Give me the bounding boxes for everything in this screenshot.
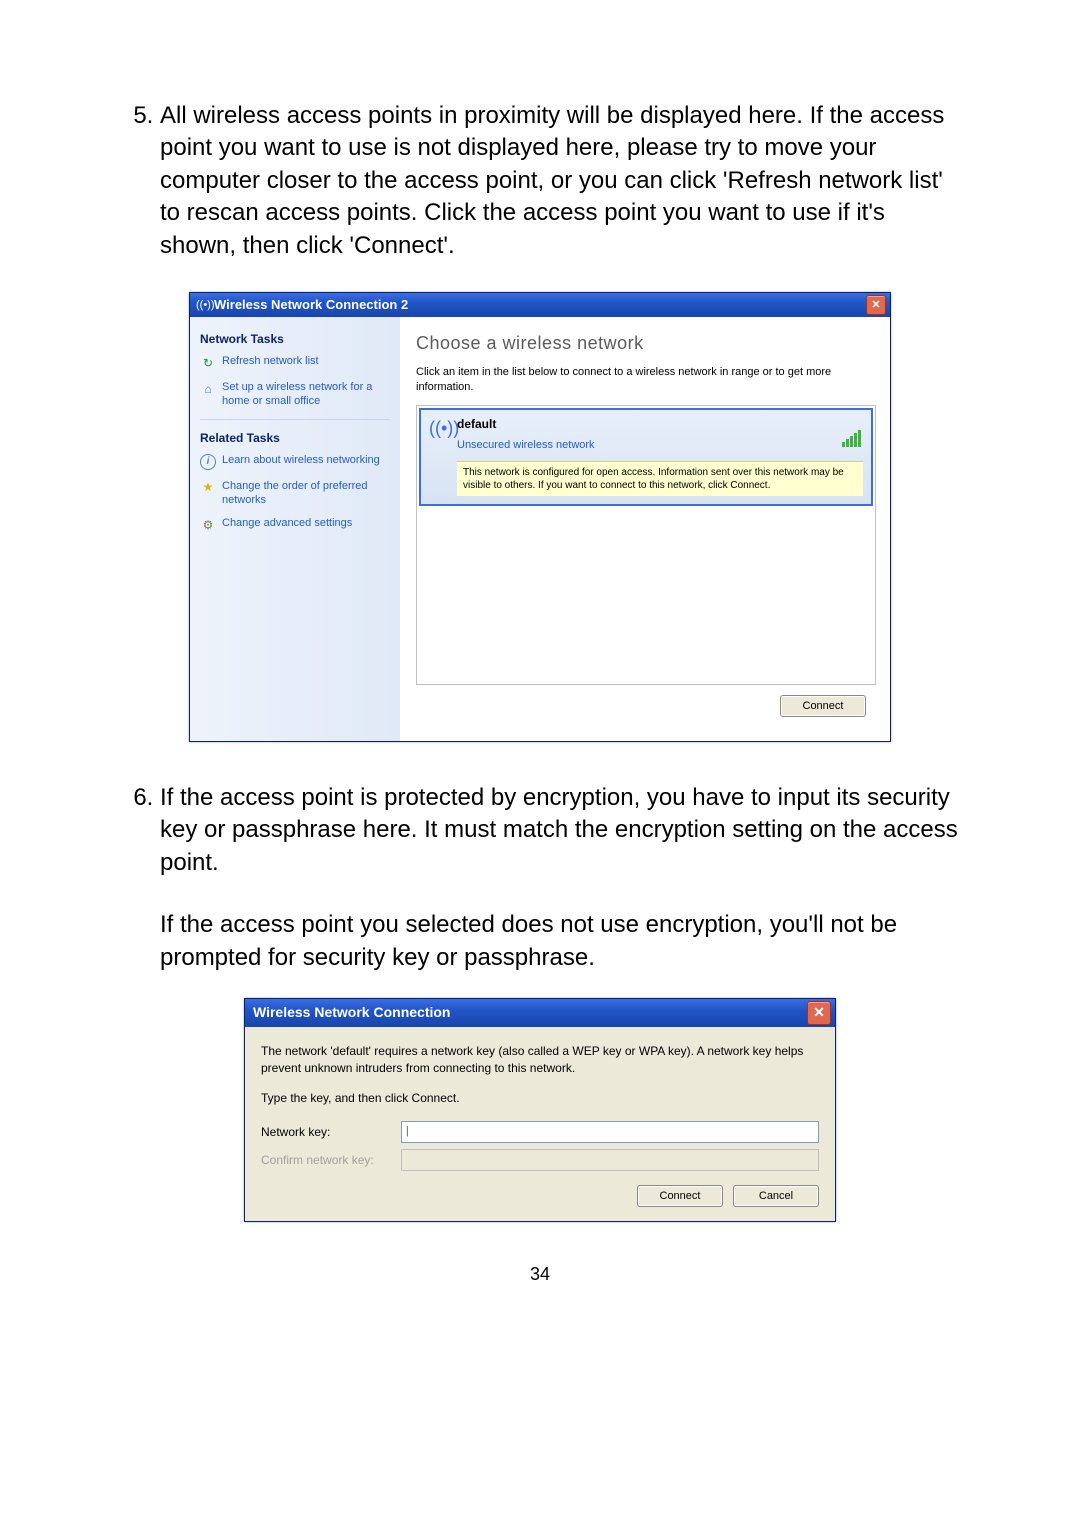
heading-network-tasks: Network Tasks bbox=[200, 331, 390, 347]
antenna-icon: ((•)) bbox=[196, 298, 210, 312]
signal-strength-icon bbox=[842, 430, 861, 447]
network-list-description: Click an item in the list below to conne… bbox=[416, 365, 876, 395]
connect-button[interactable]: Connect bbox=[637, 1185, 723, 1207]
step-6: If the access point is protected by encr… bbox=[160, 782, 960, 879]
task-change-advanced[interactable]: ⚙ Change advanced settings bbox=[200, 517, 390, 533]
cancel-button[interactable]: Cancel bbox=[733, 1185, 819, 1207]
network-list: ((•)) default Unsecured wireless network… bbox=[416, 405, 876, 685]
task-setup-wireless[interactable]: ⌂ Set up a wireless network for a home o… bbox=[200, 381, 390, 409]
gear-icon: ⚙ bbox=[200, 517, 216, 533]
star-icon: ★ bbox=[200, 480, 216, 496]
task-change-order[interactable]: ★ Change the order of preferred networks bbox=[200, 480, 390, 508]
screenshot-2-wrap: Wireless Network Connection ✕ The networ… bbox=[120, 998, 960, 1222]
network-name: default bbox=[457, 416, 863, 432]
task-label: Change the order of preferred networks bbox=[222, 480, 390, 508]
input-confirm-key bbox=[401, 1149, 819, 1171]
window-title: Wireless Network Connection 2 bbox=[214, 296, 408, 314]
network-item-default[interactable]: ((•)) default Unsecured wireless network… bbox=[419, 408, 873, 506]
task-label: Set up a wireless network for a home or … bbox=[222, 381, 390, 409]
divider bbox=[200, 419, 390, 420]
row-confirm-key: Confirm network key: bbox=[261, 1149, 819, 1171]
heading-related-tasks: Related Tasks bbox=[200, 430, 390, 446]
info-icon: i bbox=[200, 454, 216, 470]
step-5: All wireless access points in proximity … bbox=[160, 100, 960, 262]
close-button[interactable]: ✕ bbox=[807, 1001, 831, 1025]
heading-choose-network: Choose a wireless network bbox=[416, 331, 876, 355]
dialog-body-text: The network 'default' requires a network… bbox=[261, 1043, 819, 1077]
task-label: Refresh network list bbox=[222, 355, 319, 369]
refresh-icon: ↻ bbox=[200, 355, 216, 371]
label-confirm-key: Confirm network key: bbox=[261, 1152, 401, 1168]
step6-para2: If the access point you selected does no… bbox=[160, 909, 960, 974]
titlebar: Wireless Network Connection ✕ bbox=[245, 999, 835, 1027]
input-network-key[interactable]: | bbox=[401, 1121, 819, 1143]
close-button[interactable]: ✕ bbox=[866, 295, 886, 315]
setup-icon: ⌂ bbox=[200, 381, 216, 397]
sidebar: Network Tasks ↻ Refresh network list ⌂ S… bbox=[190, 317, 400, 741]
task-refresh-network-list[interactable]: ↻ Refresh network list bbox=[200, 355, 390, 371]
antenna-icon: ((•)) bbox=[429, 416, 453, 440]
step6-text: If the access point is protected by encr… bbox=[160, 784, 958, 876]
step5-text: All wireless access points in proximity … bbox=[160, 102, 944, 259]
dialog-type-key-text: Type the key, and then click Connect. bbox=[261, 1090, 819, 1107]
network-warning: This network is configured for open acce… bbox=[457, 461, 863, 496]
titlebar: ((•)) Wireless Network Connection 2 ✕ bbox=[190, 293, 890, 317]
page-number: 34 bbox=[120, 1262, 960, 1286]
network-security: Unsecured wireless network bbox=[457, 438, 863, 453]
label-network-key: Network key: bbox=[261, 1124, 401, 1140]
row-network-key: Network key: | bbox=[261, 1121, 819, 1143]
task-label: Change advanced settings bbox=[222, 517, 352, 531]
window-wireless-connection-2: ((•)) Wireless Network Connection 2 ✕ Ne… bbox=[189, 292, 891, 742]
task-label: Learn about wireless networking bbox=[222, 454, 380, 468]
main-pane: Choose a wireless network Click an item … bbox=[400, 317, 890, 741]
connect-button[interactable]: Connect bbox=[780, 695, 866, 717]
window-wireless-key-dialog: Wireless Network Connection ✕ The networ… bbox=[244, 998, 836, 1222]
window-title: Wireless Network Connection bbox=[253, 1003, 450, 1022]
screenshot-1-wrap: ((•)) Wireless Network Connection 2 ✕ Ne… bbox=[120, 292, 960, 742]
task-learn-wireless[interactable]: i Learn about wireless networking bbox=[200, 454, 390, 470]
